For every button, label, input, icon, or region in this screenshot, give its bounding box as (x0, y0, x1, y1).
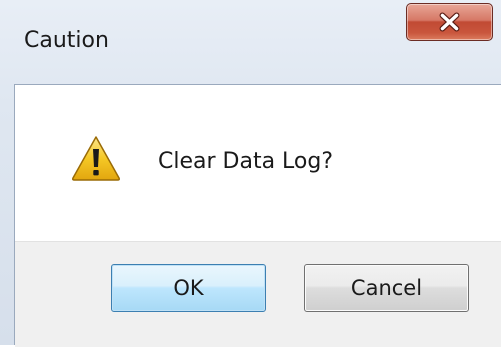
message-area: Clear Data Log? (15, 85, 501, 241)
ok-button[interactable]: OK (111, 264, 266, 312)
cancel-button[interactable]: Cancel (304, 264, 469, 312)
close-button[interactable] (406, 3, 493, 41)
dialog-client-area: Clear Data Log? OK Cancel (14, 84, 501, 347)
window-title: Caution (24, 28, 109, 53)
title-bar[interactable]: Caution (0, 0, 501, 84)
button-bar: OK Cancel (15, 241, 501, 347)
dialog-window: Caution Clear Data Log? OK Cancel (0, 0, 501, 347)
dialog-message: Clear Data Log? (158, 149, 334, 174)
warning-icon (71, 136, 121, 181)
close-icon (439, 12, 460, 32)
